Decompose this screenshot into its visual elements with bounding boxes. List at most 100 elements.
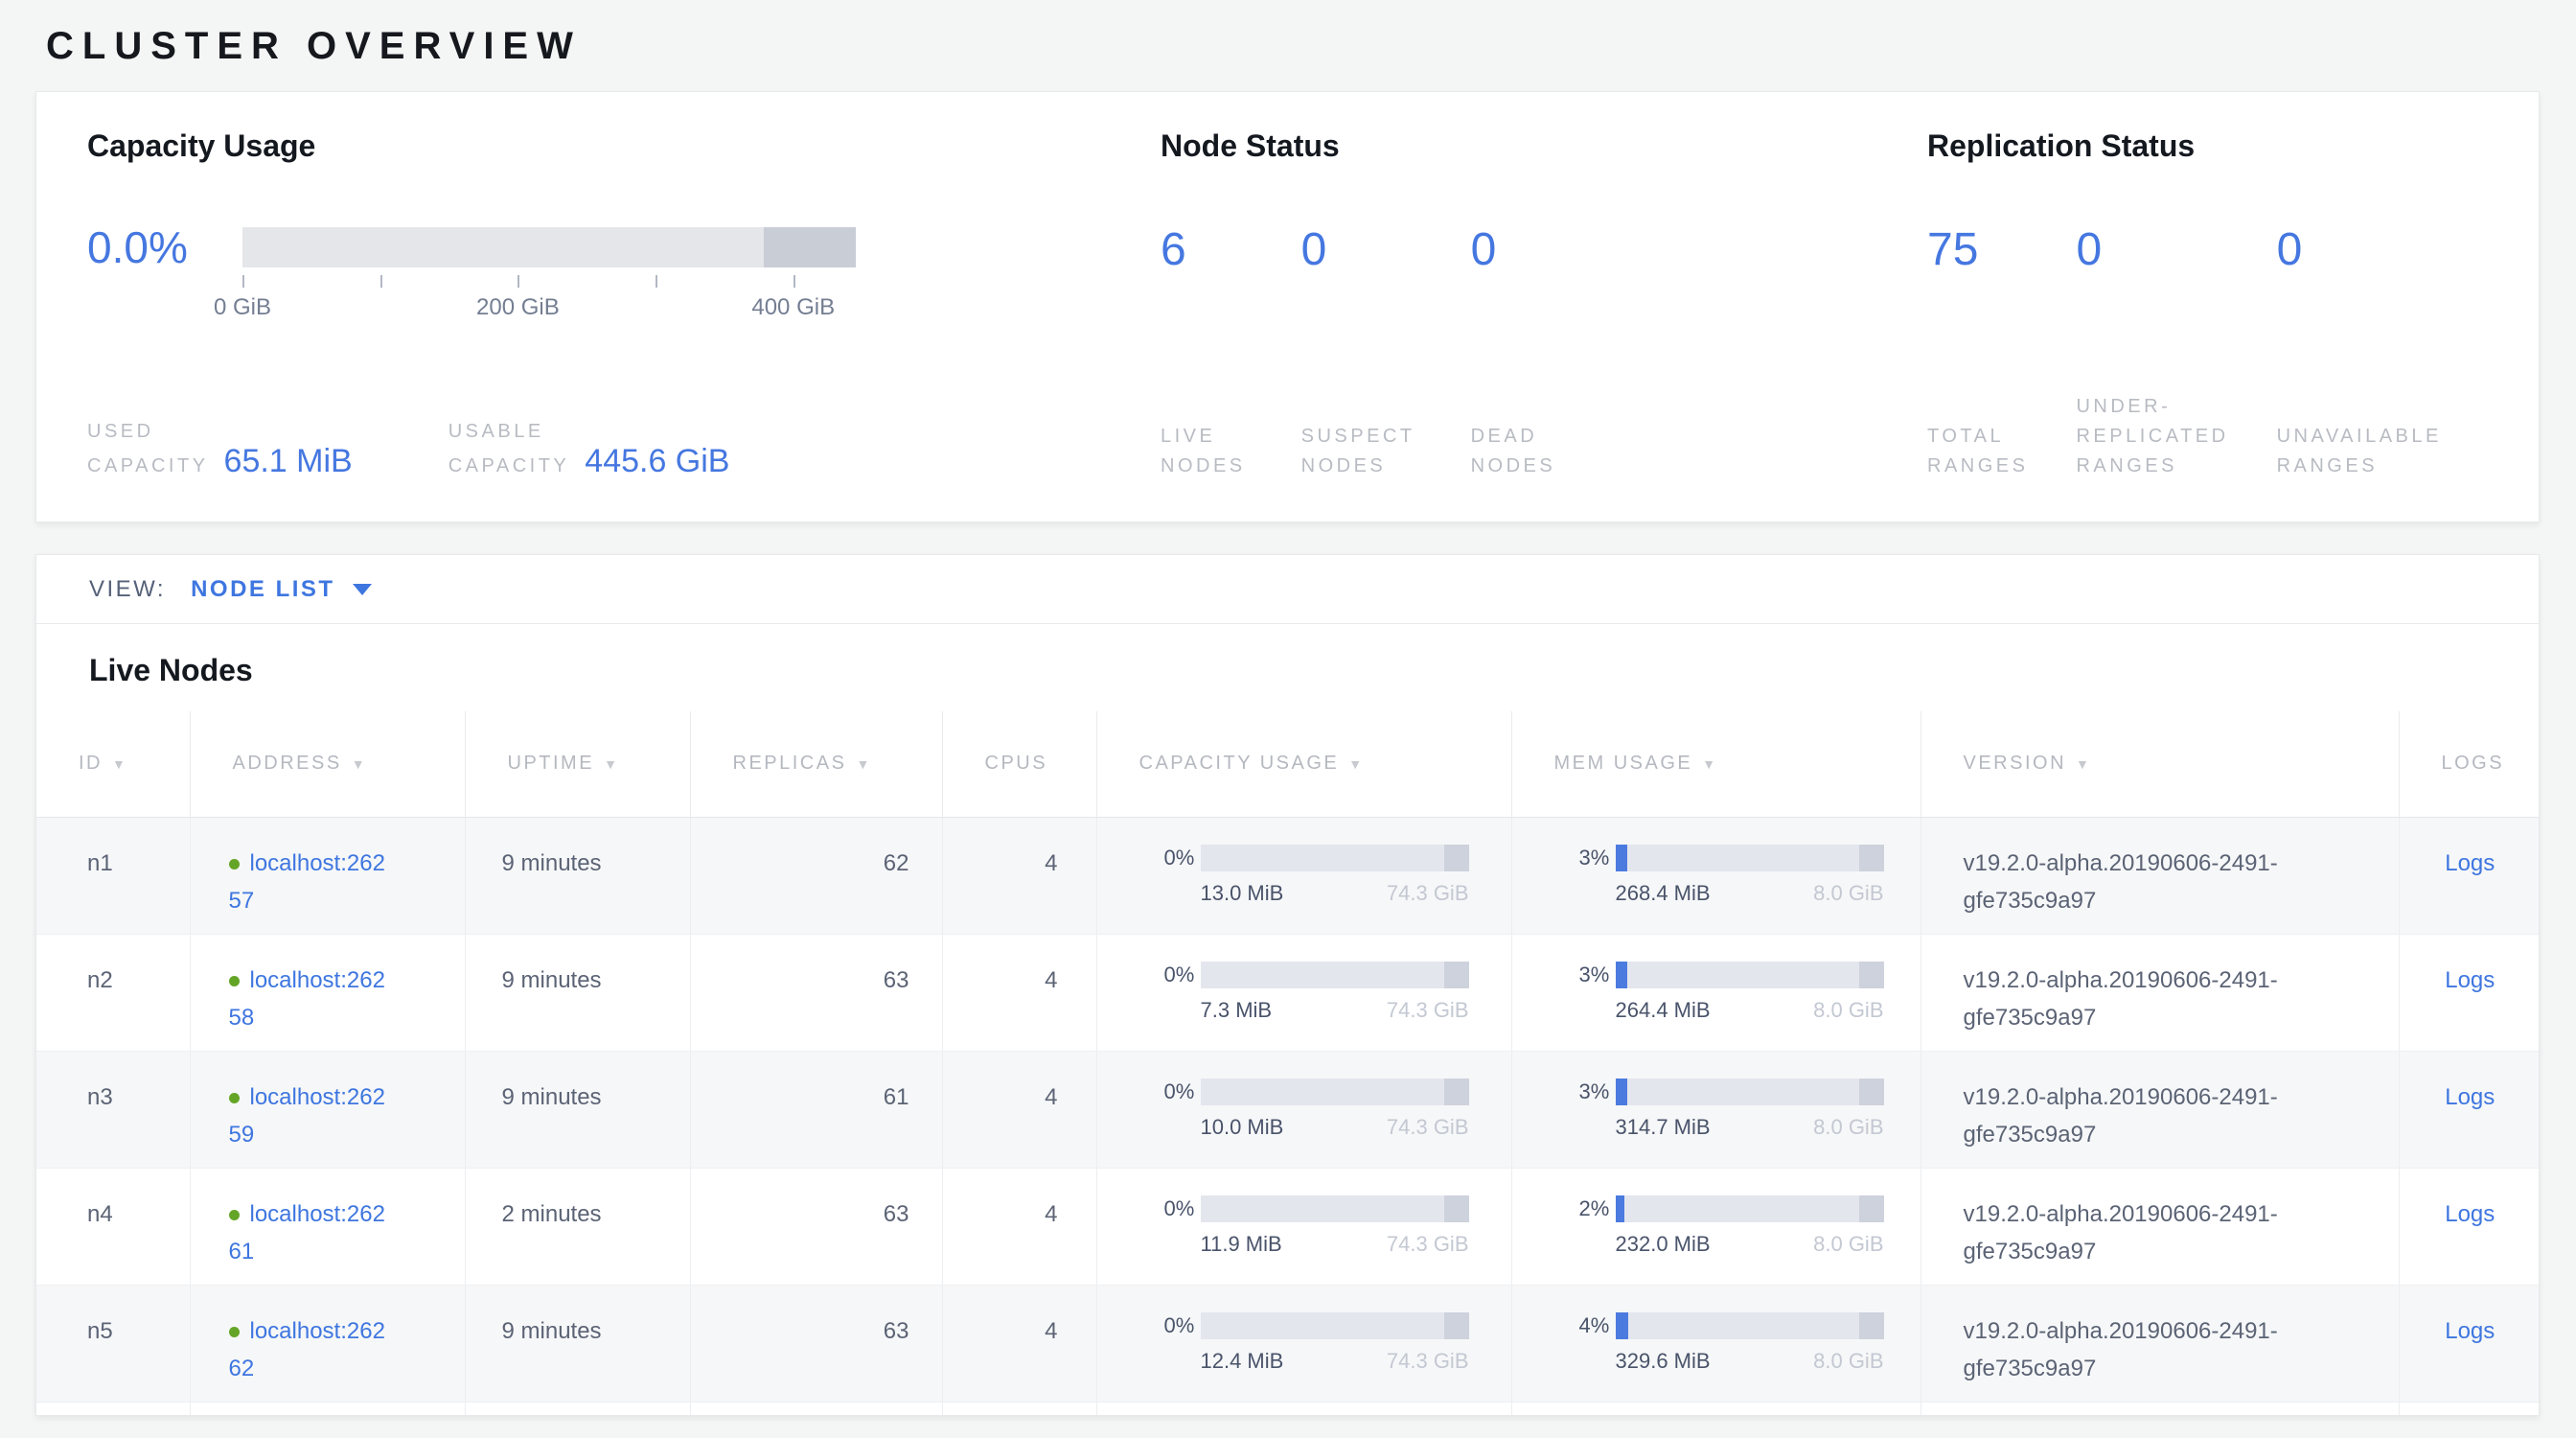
- mem-usage-bar: [1616, 1195, 1884, 1222]
- axis-tick: [518, 275, 519, 288]
- node-address-cell: localhost:26258: [190, 934, 465, 1051]
- logs-link[interactable]: Logs: [2445, 1201, 2495, 1227]
- axis-tick: [242, 275, 244, 288]
- sort-icon: ▼: [856, 756, 871, 772]
- capacity-gauge-axis: 0 GiB 200 GiB 400 GiB: [242, 267, 856, 325]
- capacity-usage-percent: 0%: [1164, 845, 1201, 871]
- mem-usage-bar: [1616, 845, 1884, 871]
- axis-tick-label: 400 GiB: [751, 294, 835, 321]
- node-uptime-cell: 9 minutes: [465, 934, 690, 1051]
- node-mem-usage-cell: 3% 264.4 MiB 8.0 GiB: [1511, 934, 1920, 1051]
- logs-link[interactable]: Logs: [2445, 850, 2495, 876]
- node-logs-cell: Logs: [2399, 1051, 2540, 1168]
- sort-icon: ▼: [604, 756, 619, 772]
- capacity-usage-bar: [1201, 962, 1469, 988]
- capacity-total-value: 74.3 GiB: [1387, 1349, 1469, 1374]
- dead-nodes-stat: 0 DEAD NODES: [1471, 223, 1556, 481]
- mem-usage-percent: 3%: [1579, 962, 1616, 988]
- logs-link[interactable]: Logs: [2445, 1318, 2495, 1344]
- capacity-gauge-bar: [242, 227, 856, 267]
- live-nodes-title: Live Nodes: [36, 624, 2539, 711]
- used-capacity-stat: USED CAPACITY65.1 MiB: [87, 417, 353, 481]
- column-header-version[interactable]: VERSION▼: [1920, 711, 2399, 817]
- sort-icon: ▼: [112, 756, 127, 772]
- node-list-card: VIEW: NODE LIST Live Nodes ID▼ ADDRESS▼ …: [35, 554, 2540, 1416]
- column-header-replicas[interactable]: REPLICAS▼: [690, 711, 942, 817]
- logs-link[interactable]: Logs: [2445, 1084, 2495, 1110]
- node-row: n4 localhost:26261 2 minutes 63 4 0% 11.…: [36, 1168, 2540, 1285]
- node-address-link[interactable]: localhost:26259: [229, 1084, 465, 1153]
- mem-bar-reserved-segment: [1859, 962, 1884, 988]
- stat-label: UNAVAILABLE: [2277, 422, 2442, 452]
- node-capacity-usage-cell: 0% 7.3 MiB 74.3 GiB: [1096, 934, 1511, 1051]
- node-replicas-cell: 63: [690, 934, 942, 1051]
- capacity-bar-reserved-segment: [1444, 1312, 1469, 1339]
- column-header-address[interactable]: ADDRESS▼: [190, 711, 465, 817]
- node-address-link[interactable]: localhost:26258: [229, 967, 465, 1036]
- column-header-uptime[interactable]: UPTIME▼: [465, 711, 690, 817]
- mem-usage-bar: [1616, 1312, 1884, 1339]
- node-status-section: Node Status 6 LIVE NODES 0 SUSPECT NODES: [1161, 128, 1927, 481]
- axis-tick-label: 200 GiB: [476, 294, 560, 321]
- node-address-cell: localhost:26259: [190, 1051, 465, 1168]
- stat-label: RANGES: [2277, 452, 2442, 481]
- node-cpus-cell: 4: [942, 1051, 1096, 1168]
- node-uptime-cell: 9 minutes: [465, 1051, 690, 1168]
- sort-icon: ▼: [1348, 756, 1364, 772]
- axis-tick-label: 0 GiB: [214, 294, 271, 321]
- view-label: VIEW:: [89, 576, 166, 603]
- stat-label: NODES: [1471, 452, 1556, 481]
- mem-bar-reserved-segment: [1859, 1078, 1884, 1105]
- capacity-used-percent: 0.0%: [87, 227, 210, 267]
- mem-usage-bar: [1616, 1078, 1884, 1105]
- view-selected-value[interactable]: NODE LIST: [191, 576, 335, 603]
- unavailable-ranges-count: 0: [2277, 223, 2442, 276]
- node-address-link[interactable]: localhost:26262: [229, 1318, 465, 1387]
- node-uptime-cell: 9 minutes: [465, 817, 690, 934]
- node-address-link[interactable]: localhost:26257: [229, 850, 465, 919]
- node-cpus-cell: 4: [942, 1168, 1096, 1285]
- node-status-title: Node Status: [1161, 128, 1927, 164]
- node-address-link[interactable]: localhost:26261: [229, 1201, 465, 1270]
- mem-used-value: 268.4 MiB: [1616, 881, 1711, 906]
- mem-used-value: 264.4 MiB: [1616, 998, 1711, 1023]
- stat-label: NODES: [1161, 452, 1246, 481]
- mem-bar-reserved-segment: [1859, 845, 1884, 871]
- node-mem-usage-cell: 3% 314.7 MiB 8.0 GiB: [1511, 1051, 1920, 1168]
- mem-usage-bar: [1616, 962, 1884, 988]
- capacity-total-value: 74.3 GiB: [1387, 1232, 1469, 1257]
- node-id-cell: n4: [36, 1168, 190, 1285]
- stat-label: TOTAL: [1927, 422, 2028, 452]
- node-id-cell: n1: [36, 817, 190, 934]
- summary-card: Capacity Usage 0.0% 0 GiB 200 GiB: [35, 91, 2540, 522]
- sort-icon: ▼: [1702, 756, 1717, 772]
- column-header-id[interactable]: ID▼: [36, 711, 190, 817]
- partial-next-row: [36, 1402, 2540, 1416]
- capacity-used-value: 11.9 MiB: [1201, 1232, 1282, 1257]
- logs-link[interactable]: Logs: [2445, 967, 2495, 993]
- replication-status-title: Replication Status: [1927, 128, 2500, 164]
- node-version-cell: v19.2.0-alpha.20190606-2491-gfe735c9a97: [1920, 934, 2399, 1051]
- capacity-total-value: 74.3 GiB: [1387, 998, 1469, 1023]
- column-header-capacity-usage[interactable]: CAPACITY USAGE▼: [1096, 711, 1511, 817]
- axis-tick: [656, 275, 657, 288]
- sort-icon: ▼: [2076, 756, 2091, 772]
- used-capacity-label: CAPACITY: [87, 455, 209, 476]
- capacity-bar-reserved-segment: [1444, 1078, 1469, 1105]
- column-header-mem-usage[interactable]: MEM USAGE▼: [1511, 711, 1920, 817]
- node-mem-usage-cell: 2% 232.0 MiB 8.0 GiB: [1511, 1168, 1920, 1285]
- live-nodes-count: 6: [1161, 223, 1246, 276]
- capacity-gauge-used-segment: [764, 227, 856, 267]
- node-list-selector[interactable]: NODE LIST: [191, 576, 372, 603]
- capacity-used-value: 10.0 MiB: [1201, 1115, 1284, 1140]
- node-version-cell: v19.2.0-alpha.20190606-2491-gfe735c9a97: [1920, 817, 2399, 934]
- mem-bar-fill: [1616, 845, 1627, 871]
- capacity-usage-percent: 0%: [1164, 962, 1201, 988]
- capacity-bar-reserved-segment: [1444, 845, 1469, 871]
- total-ranges-stat: 75 TOTAL RANGES: [1927, 223, 2028, 481]
- table-header-row: ID▼ ADDRESS▼ UPTIME▼ REPLICAS▼ CPUS CAPA…: [36, 711, 2540, 817]
- node-address-cell: localhost:26257: [190, 817, 465, 934]
- stat-label: UNDER-: [2076, 392, 2228, 422]
- node-logs-cell: Logs: [2399, 1168, 2540, 1285]
- capacity-bar-reserved-segment: [1444, 1195, 1469, 1222]
